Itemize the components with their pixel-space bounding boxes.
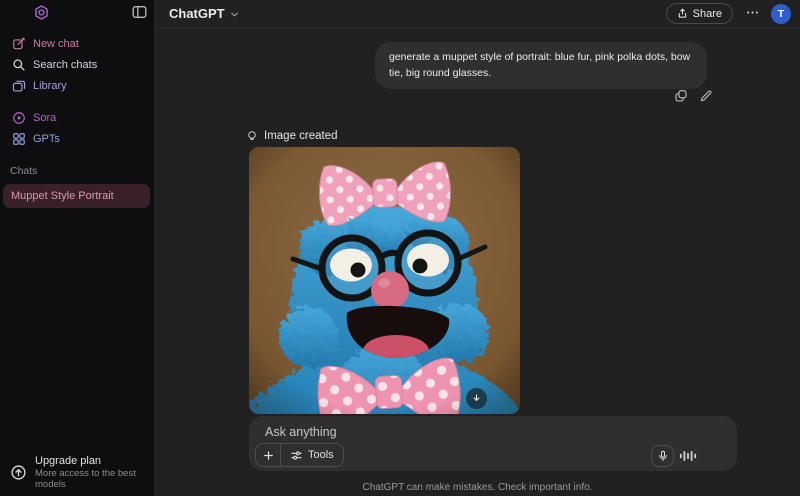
chat-item-title: Muppet Style Portrait xyxy=(11,190,114,202)
sidebar-item-label: New chat xyxy=(33,37,79,50)
disclaimer-text: ChatGPT can make mistakes. Check importa… xyxy=(362,482,593,493)
sidebar-item-library[interactable]: Library xyxy=(0,75,154,96)
share-button[interactable]: Share xyxy=(665,3,733,24)
sidebar-toggle-button[interactable] xyxy=(130,4,148,21)
sidebar-nav-secondary: Sora GPTs xyxy=(0,107,154,149)
message-input[interactable] xyxy=(265,423,595,441)
chevron-down-icon xyxy=(229,8,240,19)
tools-label: Tools xyxy=(308,449,334,461)
library-icon xyxy=(12,79,26,93)
upgrade-plan-button[interactable]: Upgrade plan More access to the best mod… xyxy=(10,455,150,490)
sidebar-item-label: Sora xyxy=(33,111,57,124)
sidebar-item-label: GPTs xyxy=(33,132,60,145)
upgrade-subtitle: More access to the best models xyxy=(35,468,136,490)
image-created-label: Image created xyxy=(264,130,338,142)
composer-left-buttons: Tools xyxy=(255,443,344,467)
attach-button[interactable] xyxy=(256,444,280,466)
sliders-icon xyxy=(290,449,303,462)
composer: Tools xyxy=(249,416,737,471)
sidebar-nav-primary: New chat Search chats Library xyxy=(0,33,154,96)
upgrade-text: Upgrade plan More access to the best mod… xyxy=(35,455,150,490)
sidebar-item-search-chats[interactable]: Search chats xyxy=(0,54,154,75)
user-message-bubble: generate a muppet style of portrait: blu… xyxy=(375,42,707,89)
model-switcher-button[interactable]: ChatGPT xyxy=(165,4,244,23)
copy-message-button[interactable] xyxy=(674,89,688,103)
tools-button[interactable]: Tools xyxy=(280,444,343,466)
sidebar-item-new-chat[interactable]: New chat xyxy=(0,33,154,54)
chatgpt-app: New chat Search chats Library Sora GPTs … xyxy=(0,0,800,496)
share-label: Share xyxy=(692,7,722,20)
model-name: ChatGPT xyxy=(169,6,225,21)
gpts-grid-icon xyxy=(12,132,26,146)
upgrade-icon xyxy=(10,464,27,481)
sidebar-item-label: Search chats xyxy=(33,58,98,71)
main-area: ChatGPT Share T generate a muppet style … xyxy=(155,0,800,496)
share-icon xyxy=(677,8,688,19)
more-options-button[interactable] xyxy=(742,4,762,24)
upgrade-title: Upgrade plan xyxy=(35,455,102,467)
sidebar-item-gpts[interactable]: GPTs xyxy=(0,128,154,149)
edit-message-button[interactable] xyxy=(699,89,713,103)
account-avatar[interactable]: T xyxy=(771,3,791,24)
dictate-button[interactable] xyxy=(651,445,674,467)
image-created-icon xyxy=(246,130,258,142)
sidebar-chat-item[interactable]: Muppet Style Portrait xyxy=(3,184,150,208)
message-actions xyxy=(674,89,713,103)
chats-section-label: Chats xyxy=(10,165,38,177)
topbar: ChatGPT Share T xyxy=(155,0,800,28)
sidebar: New chat Search chats Library Sora GPTs … xyxy=(0,0,155,496)
new-chat-icon xyxy=(12,36,26,51)
download-image-button[interactable] xyxy=(466,388,487,409)
openai-logo-icon xyxy=(33,4,50,21)
voice-mode-button[interactable] xyxy=(679,448,697,464)
search-icon xyxy=(12,58,26,72)
sora-icon xyxy=(12,111,26,125)
sidebar-item-label: Library xyxy=(33,79,67,92)
generated-image[interactable] xyxy=(249,147,520,414)
image-created-status: Image created xyxy=(246,130,338,142)
sidebar-item-sora[interactable]: Sora xyxy=(0,107,154,128)
plus-icon xyxy=(262,449,275,462)
